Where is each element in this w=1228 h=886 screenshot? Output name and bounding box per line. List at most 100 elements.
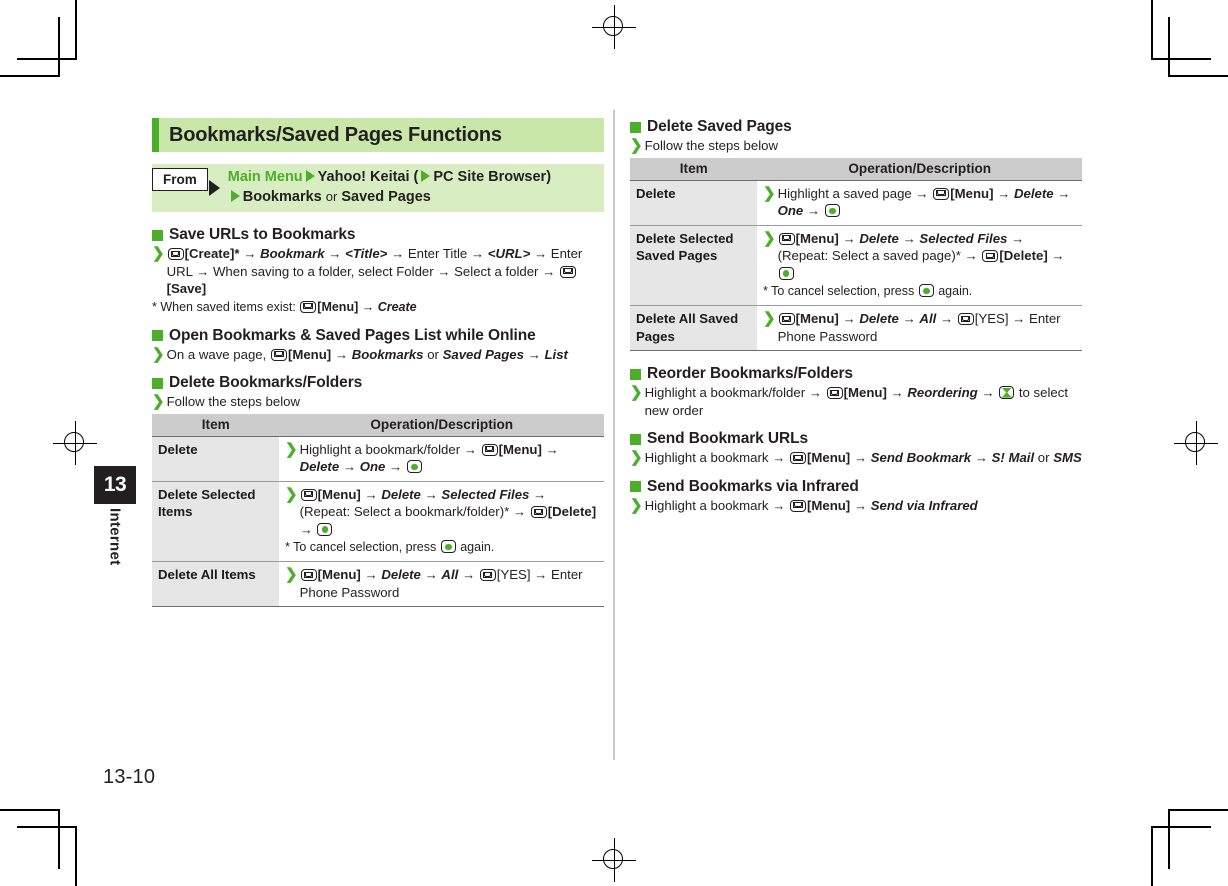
row-item-label: Delete [630,180,758,226]
save-footnote-i: Create [377,299,417,314]
path-arrow-icon [305,170,315,182]
envelope-key-icon [167,248,184,260]
r0-i1: Delete [299,459,340,474]
r0-mid: → [339,459,360,474]
send-ir-a: Highlight a bookmark → [644,497,789,513]
open-step-i2: Saved Pages [442,346,524,362]
crop-mark-tr-h2 [1151,58,1211,60]
section-save-urls: Save URLs to Bookmarks ❯ [Create]* → Boo… [152,226,604,316]
step-line: ❯ Highlight a saved page → [Menu] → Dele… [763,185,1077,220]
rr0-l1a: Highlight a saved page → [777,185,933,201]
section-delete-bookmarks: Delete Bookmarks/Folders ❯ Follow the st… [152,374,604,607]
step-text: Highlight a bookmark → [Menu] → Send Boo… [645,449,1082,467]
row-operation: ❯ [Menu] → Delete → Selected Files → (Rep… [279,481,604,562]
row-operation: ❯ Highlight a saved page → [Menu] → Dele… [757,180,1082,226]
from-saved-pages: Saved Pages [341,189,431,205]
rr1-i2: Selected Files [919,230,1008,246]
table-row: Delete ❯ Highlight a bookmark/folder → [… [152,436,604,482]
delete-intro-text: Follow the steps below [166,394,300,409]
step-text: [Menu] → Delete → All → [YES] → Enter Ph… [300,566,599,601]
from-path-box: From Main Menu Yahoo! Keitai (PC Site Bro… [152,164,604,212]
arrow-bullet-icon: ❯ [630,496,643,514]
envelope-key-icon [778,313,795,325]
rr1-note: * To cancel selection, press [763,284,915,298]
r0-i2: One [359,459,386,474]
rr2-end: → [936,311,957,326]
square-bullet-icon [152,229,163,241]
column-divider [613,110,615,760]
chapter-name-text: Internet [106,508,124,566]
square-bullet-icon [152,330,163,341]
table-row: Delete Selected Saved Pages ❯ [Menu] → D… [630,225,1082,306]
center-key-icon [406,460,422,473]
center-key-icon [824,204,840,217]
save-step-i2: <Title> [345,246,388,261]
r1-end: → [529,486,547,502]
section-heading: Open Bookmarks & Saved Pages List while … [152,327,604,345]
arrow-bullet-icon: ❯ [763,229,776,247]
crop-mark-tl-h [0,75,60,77]
registration-mark-left [53,421,97,465]
section-delete-saved-pages: Delete Saved Pages ❯ Follow the steps be… [630,118,1082,351]
arrow-bullet-icon: ❯ [630,137,643,154]
crop-mark-br-h2 [1151,826,1211,828]
table-header-item: Item [630,157,758,181]
rr2-i2: All [919,311,937,326]
save-step-i3: <URL> [487,246,531,261]
reorder-a: Highlight a bookmark/folder → [644,385,826,400]
section-heading: Reorder Bookmarks/Folders [630,365,1082,383]
chapter-number-tab: 13 [94,466,136,504]
envelope-key-icon [300,488,317,501]
reorder-b: [Menu] → [843,385,908,400]
section-heading-text: Send Bookmark URLs [647,430,808,447]
step-line: ❯ Highlight a bookmark/folder → [Menu] →… [285,441,599,476]
arrow-bullet-icon: ❯ [152,393,165,410]
open-step-b: [Menu] → [287,346,352,362]
open-step-i3: List [544,346,568,362]
table-header-operation: Operation/Description [757,157,1082,181]
square-bullet-icon [630,368,641,380]
from-main-menu: Main Menu [227,169,303,185]
arrow-bullet-icon: ❯ [630,449,643,466]
arrow-bullet-icon: ❯ [630,384,643,401]
delete-saved-pages-table: Item Operation/Description Delete ❯ High… [630,157,1082,351]
step-text: [Menu] → Delete → Selected Files → (Repea… [300,486,599,539]
path-arrow-icon [230,190,240,202]
rr0-i1: Delete [1014,185,1054,201]
envelope-key-icon [789,452,806,464]
table-header-operation: Operation/Description [279,413,604,437]
row-item-label: Delete Selected Items [152,481,280,562]
from-path-lines: Main Menu Yahoo! Keitai (PC Site Browser)… [228,164,555,212]
delete-saved-intro-text: Follow the steps below [644,138,778,153]
page-title: Bookmarks/Saved Pages Functions [169,123,502,146]
delete-bookmarks-table: Item Operation/Description Delete ❯ High… [152,413,604,607]
send-urls-i1: Send Bookmark [870,450,972,465]
envelope-key-icon [530,506,547,518]
row-operation: ❯ Highlight a bookmark/folder → [Menu] →… [279,436,604,482]
save-footnote-b: [Menu] → [317,299,378,314]
from-pc-site-browser: PC Site Browser) [433,169,552,185]
table-row: Delete All Saved Pages ❯ [Menu] → Delete… [630,305,1082,351]
r1-note: * To cancel selection, press [285,540,437,554]
center-key-icon [440,540,456,553]
row-operation: ❯ [Menu] → Delete → Selected Files → (Rep… [757,225,1082,306]
r2-mid: → [420,567,442,582]
envelope-key-icon [933,187,950,200]
envelope-key-icon [300,300,317,313]
row-footnote: * To cancel selection, press again. [285,539,599,556]
send-urls-mid: → [971,450,992,465]
right-column: Delete Saved Pages ❯ Follow the steps be… [630,118,1082,514]
square-bullet-icon [630,481,641,492]
r2-i2: All [441,567,459,582]
registration-mark-bottom [592,838,636,882]
registration-mark-top [592,5,636,49]
arrow-bullet-icon: ❯ [285,485,298,503]
reorder-i: Reordering [907,385,978,400]
section-heading: Delete Saved Pages [630,118,1082,136]
r2-end: → [458,567,479,582]
left-column: Bookmarks/Saved Pages Functions From Mai… [152,118,604,607]
crop-mark-tr-v2 [1168,17,1170,77]
step-text: [Menu] → Delete → Selected Files → (Repea… [778,230,1077,283]
send-ir-b: [Menu] → [806,497,871,513]
rr2-i1: Delete [859,311,899,326]
